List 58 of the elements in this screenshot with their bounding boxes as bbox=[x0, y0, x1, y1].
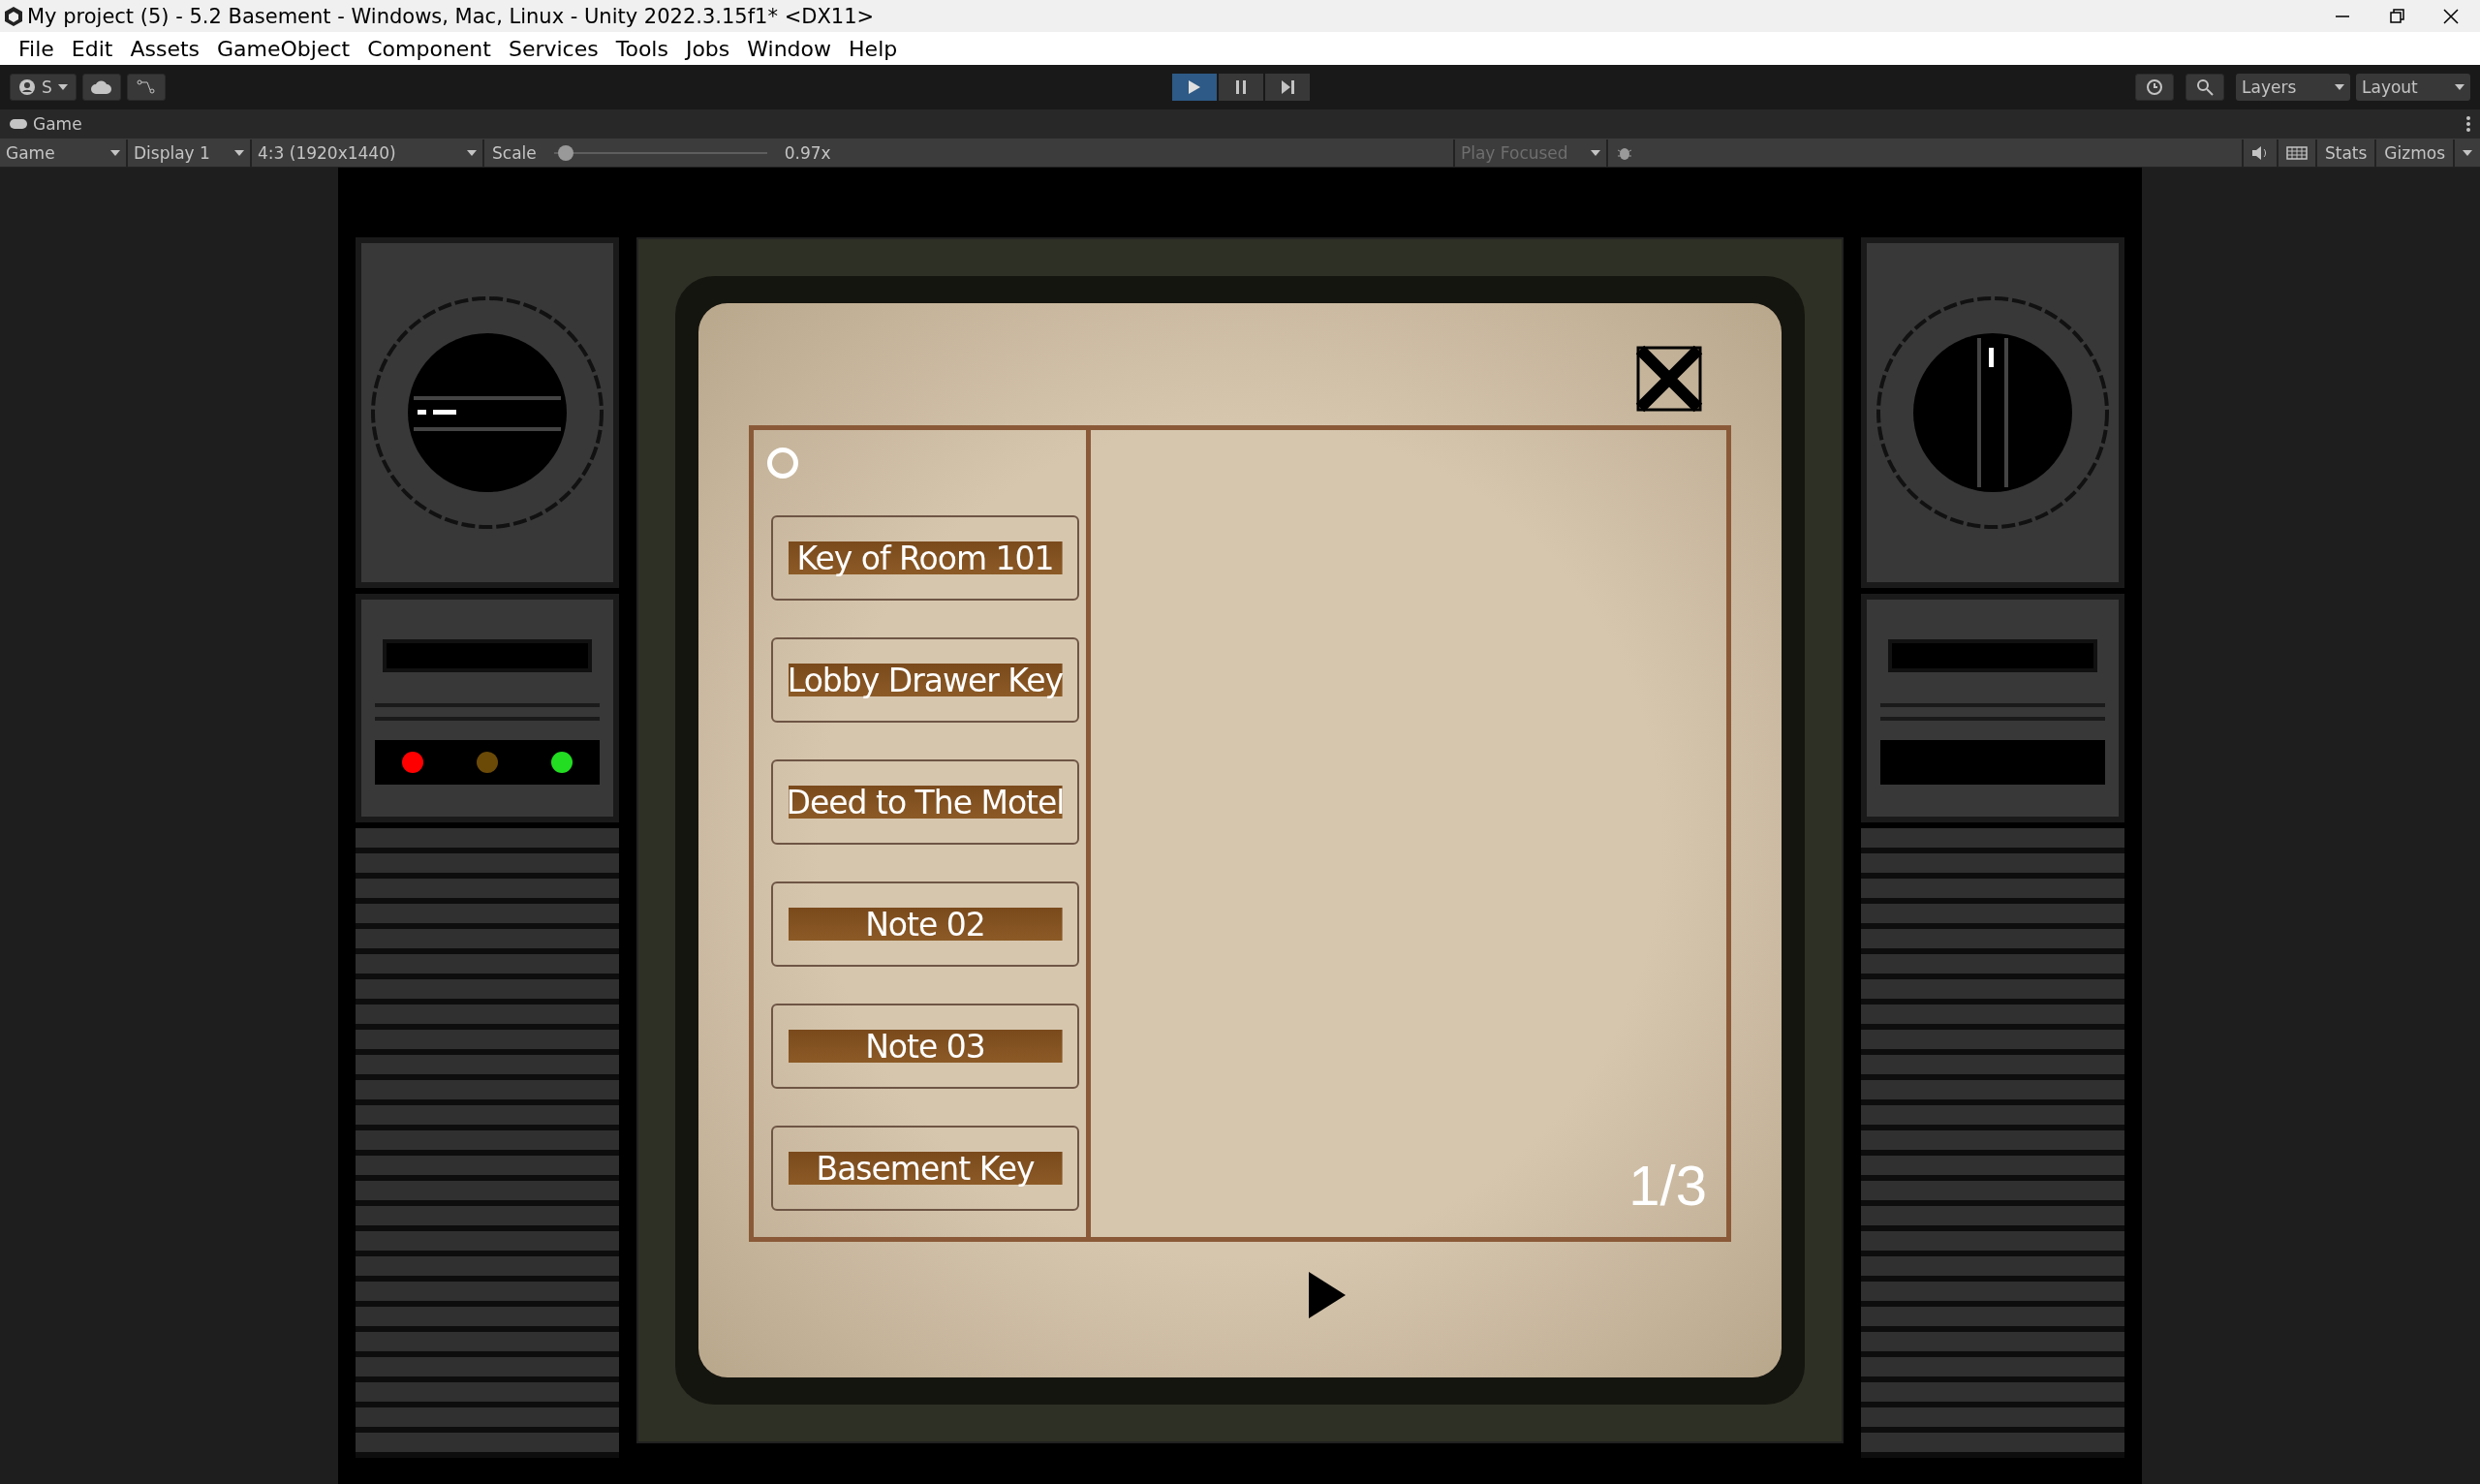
step-forward-icon bbox=[1281, 80, 1294, 94]
slider-thumb[interactable] bbox=[557, 144, 574, 161]
inventory-item[interactable]: Lobby Drawer Key bbox=[771, 637, 1079, 723]
restore-icon[interactable] bbox=[2389, 8, 2404, 24]
menu-item[interactable]: Help bbox=[840, 36, 907, 61]
play-button[interactable] bbox=[1172, 74, 1217, 101]
menu-item[interactable]: Services bbox=[499, 36, 607, 61]
user-icon bbox=[18, 78, 36, 96]
dropdown-caret-icon bbox=[2455, 84, 2464, 90]
pause-button[interactable] bbox=[1219, 74, 1263, 101]
unity-logo-icon bbox=[4, 5, 23, 27]
keyboard-icon bbox=[2285, 145, 2308, 160]
step-button[interactable] bbox=[1265, 74, 1310, 101]
speaker-icon bbox=[2250, 144, 2269, 161]
dropdown-caret-icon bbox=[2335, 84, 2344, 90]
window-title: My project (5) - 5.2 Basement - Windows, Mac, Linux - Unity 2022.3.15f1* <DX11> bbox=[27, 4, 875, 28]
layout-dropdown[interactable]: Layout bbox=[2356, 74, 2470, 101]
menu-item[interactable]: Window bbox=[738, 36, 841, 61]
scale-reading: 0.97x bbox=[783, 142, 832, 163]
dropdown-caret-icon bbox=[2463, 149, 2472, 156]
version-control-button[interactable] bbox=[126, 74, 166, 101]
game-tab[interactable]: Game bbox=[10, 114, 82, 134]
layers-dropdown[interactable]: Layers bbox=[2236, 74, 2350, 101]
branch-icon bbox=[136, 79, 156, 95]
page-counter: 1/3 bbox=[1628, 1153, 1707, 1218]
menu-item[interactable]: GameObject bbox=[208, 36, 359, 61]
dropdown-caret-icon bbox=[57, 84, 68, 90]
more-options-icon[interactable] bbox=[2466, 116, 2470, 132]
search-button[interactable] bbox=[2186, 74, 2224, 101]
close-icon[interactable] bbox=[1634, 344, 1704, 414]
menu-item[interactable]: Jobs bbox=[676, 36, 739, 61]
next-arrow-icon[interactable] bbox=[1307, 1270, 1348, 1320]
dropdown-caret-icon bbox=[467, 149, 477, 156]
menu-item[interactable]: Edit bbox=[62, 36, 122, 61]
pause-icon bbox=[1235, 80, 1247, 94]
dropdown-caret-icon bbox=[1590, 149, 1600, 156]
close-icon[interactable] bbox=[2443, 8, 2459, 24]
scale-label: Scale bbox=[491, 142, 538, 163]
gamepad-icon bbox=[10, 118, 27, 130]
inventory-item[interactable]: Note 02 bbox=[771, 881, 1079, 967]
play-icon bbox=[1188, 79, 1201, 95]
inventory-item[interactable]: Deed to The Motel bbox=[771, 759, 1079, 845]
history-icon bbox=[2146, 78, 2163, 96]
history-button[interactable] bbox=[2135, 74, 2174, 101]
cloud-icon bbox=[90, 80, 112, 94]
menu-item[interactable]: Tools bbox=[606, 36, 677, 61]
cloud-button[interactable] bbox=[81, 74, 121, 101]
inventory-item[interactable]: Note 03 bbox=[771, 1004, 1079, 1089]
inventory-item[interactable]: Key of Room 101 bbox=[771, 515, 1079, 601]
menu-item[interactable]: File bbox=[10, 36, 63, 61]
dropdown-caret-icon bbox=[110, 149, 120, 156]
search-icon bbox=[2196, 78, 2214, 96]
dropdown-caret-icon bbox=[234, 149, 244, 156]
account-button[interactable]: S bbox=[10, 74, 77, 101]
inventory-item[interactable]: Basement Key bbox=[771, 1126, 1079, 1211]
circle-icon bbox=[767, 448, 798, 479]
menu-item[interactable]: Assets bbox=[121, 36, 209, 61]
menu-item[interactable]: Component bbox=[358, 36, 500, 61]
